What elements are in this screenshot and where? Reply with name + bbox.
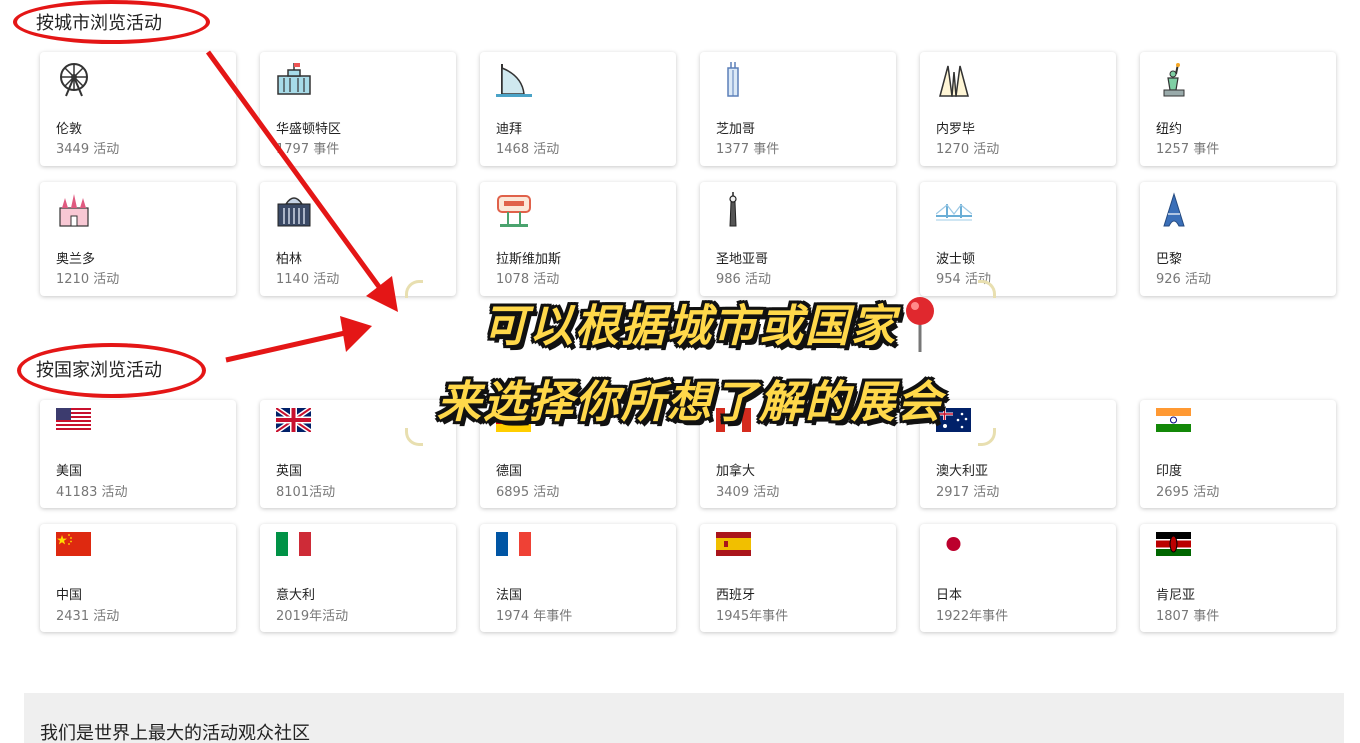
country-name: 法国 — [496, 588, 523, 603]
flag-china-icon — [56, 532, 91, 556]
country-name: 德国 — [496, 464, 523, 479]
city-count: 926 活动 — [1156, 272, 1211, 287]
castle-icon — [59, 194, 89, 227]
country-count: 8101活动 — [276, 485, 336, 500]
country-count: 3409 活动 — [716, 485, 780, 500]
las-vegas-sign-icon — [497, 195, 531, 227]
country-card-spain[interactable]: 西班牙 1945年事件 — [700, 524, 896, 632]
city-count: 1270 活动 — [936, 142, 1000, 157]
city-count: 986 活动 — [716, 272, 771, 287]
city-card-new-york[interactable]: 纽约 1257 事件 — [1140, 52, 1336, 166]
city-card-las-vegas[interactable]: 拉斯维加斯 1078 活动 — [480, 182, 676, 296]
country-card-italy[interactable]: 意大利 2019年活动 — [260, 524, 456, 632]
flag-kenya-icon — [1156, 532, 1191, 556]
city-count: 1377 事件 — [716, 142, 780, 157]
city-card-nairobi[interactable]: 内罗毕 1270 活动 — [920, 52, 1116, 166]
city-name: 迪拜 — [496, 122, 523, 137]
flag-france-icon — [496, 532, 531, 556]
city-name: 圣地亚哥 — [716, 252, 769, 267]
country-name: 印度 — [1156, 464, 1183, 479]
country-name: 中国 — [56, 588, 83, 603]
city-name: 巴黎 — [1156, 252, 1183, 267]
flag-japan-icon — [936, 532, 971, 556]
city-count: 1797 事件 — [276, 142, 340, 157]
ferris-wheel-icon — [60, 63, 88, 97]
country-count: 6895 活动 — [496, 485, 560, 500]
city-card-dubai[interactable]: 迪拜 1468 活动 — [480, 52, 676, 166]
city-count: 1257 事件 — [1156, 142, 1220, 157]
white-house-icon — [277, 63, 311, 95]
country-name: 肯尼亚 — [1156, 588, 1196, 603]
country-name: 加拿大 — [716, 464, 756, 479]
monument-icon — [939, 65, 969, 97]
reichstag-icon — [277, 197, 311, 227]
country-count: 2917 活动 — [936, 485, 1000, 500]
country-card-china[interactable]: 中国 2431 活动 — [40, 524, 236, 632]
city-card-london[interactable]: 伦敦 3449 活动 — [40, 52, 236, 166]
annotation-ellipse-city — [13, 0, 210, 44]
city-name: 柏林 — [276, 252, 303, 267]
city-name: 伦敦 — [56, 122, 83, 137]
country-name: 西班牙 — [716, 588, 756, 603]
country-name: 日本 — [936, 588, 963, 603]
city-card-san-diego[interactable]: 圣地亚哥 986 活动 — [700, 182, 896, 296]
country-card-usa[interactable]: 美国 41183 活动 — [40, 400, 236, 508]
country-count: 1807 事件 — [1156, 609, 1220, 624]
country-count: 1974 年事件 — [496, 609, 573, 624]
flag-italy-icon — [276, 532, 311, 556]
country-card-kenya[interactable]: 肯尼亚 1807 事件 — [1140, 524, 1336, 632]
city-name: 纽约 — [1156, 122, 1183, 137]
footer-text: 我们是世界上最大的活动观众社区 — [40, 723, 310, 743]
city-name: 芝加哥 — [716, 122, 756, 137]
skyscraper-icon — [727, 62, 739, 97]
city-card-chicago[interactable]: 芝加哥 1377 事件 — [700, 52, 896, 166]
country-count: 2431 活动 — [56, 609, 120, 624]
country-grid: 美国 41183 活动 英国 8101活动 德国 6895 活动 加拿大 340… — [40, 400, 1336, 632]
country-name: 美国 — [56, 464, 83, 479]
flag-usa-icon — [56, 408, 91, 432]
tower-icon — [729, 192, 737, 227]
city-count: 1140 活动 — [276, 272, 340, 287]
city-card-washington[interactable]: 华盛顿特区 1797 事件 — [260, 52, 456, 166]
city-name: 拉斯维加斯 — [496, 252, 562, 267]
city-name: 奥兰多 — [56, 252, 96, 267]
country-count: 2019年活动 — [276, 609, 349, 624]
city-card-paris[interactable]: 巴黎 926 活动 — [1140, 182, 1336, 296]
city-grid: 伦敦 3449 活动 华盛顿特区 1797 事件 迪拜 1468 活动 芝加哥 … — [40, 52, 1336, 296]
country-name: 意大利 — [276, 588, 316, 603]
eiffel-tower-icon — [1163, 192, 1185, 227]
city-card-orlando[interactable]: 奥兰多 1210 活动 — [40, 182, 236, 296]
city-card-berlin[interactable]: 柏林 1140 活动 — [260, 182, 456, 296]
country-name: 澳大利亚 — [936, 464, 989, 479]
city-name: 波士顿 — [936, 252, 976, 267]
country-count: 2695 活动 — [1156, 485, 1220, 500]
flag-spain-icon — [716, 532, 751, 556]
city-name: 内罗毕 — [936, 122, 976, 137]
country-card-japan[interactable]: 日本 1922年事件 — [920, 524, 1116, 632]
city-count: 1468 活动 — [496, 142, 560, 157]
city-count: 3449 活动 — [56, 142, 120, 157]
arrow-line-country — [225, 330, 346, 363]
annotation-ellipse-country — [17, 343, 206, 398]
burj-al-arab-icon — [496, 64, 532, 97]
city-count: 1210 活动 — [56, 272, 120, 287]
pushpin-icon — [906, 297, 934, 352]
country-count: 41183 活动 — [56, 485, 128, 500]
flag-india-icon — [1156, 408, 1191, 432]
bridge-icon — [936, 204, 972, 221]
city-card-boston[interactable]: 波士顿 954 活动 — [920, 182, 1116, 296]
country-count: 1945年事件 — [716, 609, 789, 624]
city-count: 1078 活动 — [496, 272, 560, 287]
statue-of-liberty-icon — [1163, 63, 1185, 97]
country-card-india[interactable]: 印度 2695 活动 — [1140, 400, 1336, 508]
city-name: 华盛顿特区 — [276, 122, 342, 137]
country-name: 英国 — [276, 464, 303, 479]
overlay-caption-line-2: 来选择你所想了解的展会 — [437, 377, 943, 428]
country-count: 1922年事件 — [936, 609, 1009, 624]
footer-banner: 我们是世界上最大的活动观众社区 — [24, 693, 1344, 743]
flag-uk-icon — [276, 408, 311, 432]
country-card-france[interactable]: 法国 1974 年事件 — [480, 524, 676, 632]
